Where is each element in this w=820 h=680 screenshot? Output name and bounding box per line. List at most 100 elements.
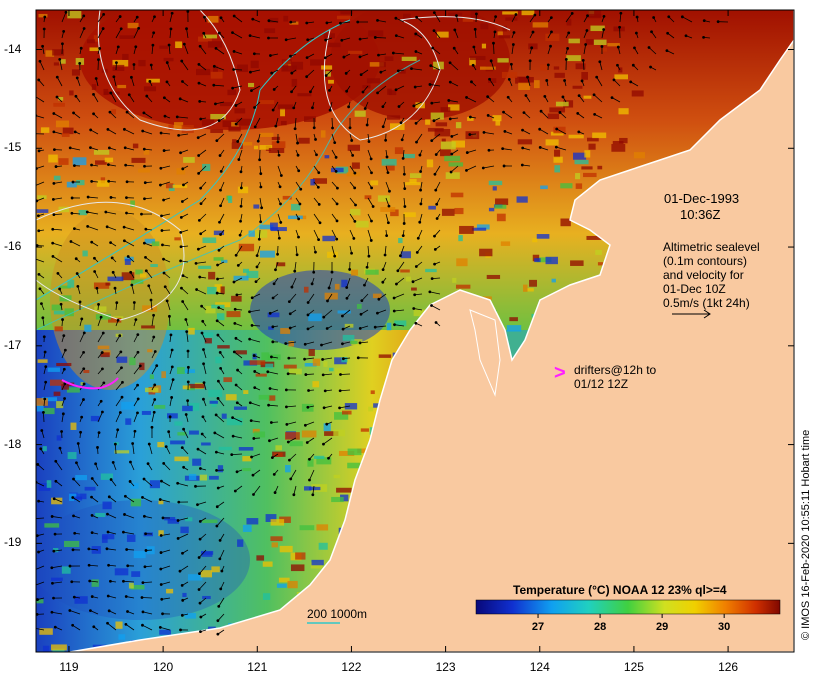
vector-head (543, 94, 547, 98)
vector-head (118, 411, 122, 414)
vector-head (289, 477, 293, 481)
vector-head (233, 489, 237, 493)
vector-head (90, 477, 94, 480)
vector-head (248, 310, 251, 314)
sst-pixel (444, 155, 461, 162)
vector-head (331, 126, 334, 130)
sst-pixel (216, 313, 225, 321)
sst-map[interactable] (0, 0, 820, 680)
vector-head (180, 584, 184, 587)
sst-pixel (119, 35, 135, 39)
vector-head (165, 299, 169, 303)
sst-pixel (56, 435, 62, 441)
sst-pixel (164, 517, 176, 521)
sst-pixel (166, 588, 174, 594)
sst-pixel (71, 69, 81, 76)
sst-pixel (84, 324, 92, 332)
vector-head (336, 186, 339, 190)
sst-pixel (280, 328, 291, 334)
vector-head (62, 29, 66, 33)
sst-pixel (458, 235, 463, 242)
vector-head (109, 241, 112, 244)
vector-head (333, 141, 337, 145)
vector-head (305, 56, 309, 60)
vector-head (267, 403, 270, 407)
sst-pixel (368, 406, 374, 412)
vector-head (385, 234, 389, 238)
sst-pixel (354, 110, 366, 117)
vector-head (179, 216, 183, 219)
sst-pixel (469, 55, 486, 61)
sst-pixel (320, 130, 326, 138)
sst-pixel (290, 564, 305, 572)
vector-head (430, 101, 434, 105)
vector-head (561, 95, 565, 99)
vector-head (36, 214, 40, 218)
vector-head (168, 415, 172, 419)
vector-head (50, 610, 54, 614)
sst-pixel (102, 501, 112, 510)
sst-pixel (583, 172, 597, 178)
vector-head (149, 298, 153, 302)
vector-head (251, 473, 255, 477)
sst-pixel (288, 340, 294, 347)
vector-head (284, 342, 288, 345)
vector-head (344, 71, 348, 75)
sst-pixel (209, 475, 219, 480)
vector-head (666, 31, 670, 35)
vector-head (341, 342, 344, 346)
vector-head (51, 241, 55, 245)
vector-head (105, 225, 109, 229)
vector-head (215, 505, 219, 509)
vector-head (110, 256, 114, 260)
vector-head (448, 61, 452, 65)
vector-head (129, 460, 132, 464)
vector-head (524, 94, 528, 97)
vector-head (75, 461, 78, 465)
vector-head (215, 319, 219, 323)
vector-head (97, 58, 100, 62)
sst-pixel (497, 31, 503, 36)
sst-pixel (198, 265, 212, 269)
vector-head (528, 59, 532, 63)
vector-head (471, 63, 475, 67)
sealevel-legend: Altimetric sealevel (0.1m contours) and ve… (663, 240, 760, 310)
vector-head (71, 496, 75, 499)
sst-pixel (258, 394, 270, 400)
vector-head (213, 431, 217, 435)
sst-pixel (516, 196, 528, 203)
sst-pixel (506, 325, 522, 332)
sst-pixel (53, 102, 65, 107)
vector-head (102, 12, 106, 16)
vector-head (165, 61, 169, 64)
vector-head (316, 185, 320, 189)
vector-head (170, 11, 174, 15)
vector-head (506, 95, 510, 99)
vector-head (315, 153, 318, 157)
vector-head (141, 129, 145, 133)
vector-head (369, 239, 373, 242)
vector-head (432, 29, 436, 32)
legend-line: 0.5m/s (1kt 24h) (663, 296, 750, 310)
vector-head (539, 109, 543, 113)
vector-head (269, 54, 272, 57)
sst-pixel (114, 568, 129, 576)
vector-head (577, 130, 581, 134)
vector-head (522, 111, 526, 115)
vector-head (116, 45, 120, 49)
vector-head (481, 166, 485, 170)
sst-pixel (84, 486, 96, 491)
vector-head (376, 311, 379, 315)
vector-head (115, 61, 118, 64)
sst-pixel (201, 442, 211, 446)
vector-head (95, 286, 99, 290)
vector-head (121, 380, 124, 384)
vector-head (616, 45, 620, 49)
vector-head (37, 78, 41, 82)
vector-head (558, 111, 562, 114)
vector-head (236, 140, 240, 143)
vector-head (435, 217, 439, 220)
vector-head (122, 530, 125, 534)
vector-head (253, 106, 256, 109)
vector-head (338, 406, 341, 410)
